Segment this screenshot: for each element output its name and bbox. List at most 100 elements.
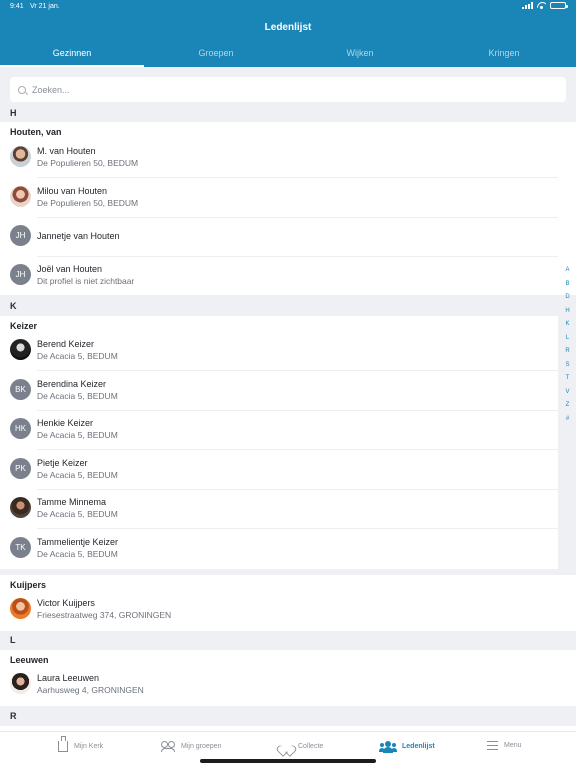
menu-icon: [487, 741, 498, 750]
heart-icon: [280, 741, 292, 752]
member-address: De Acacia 5, BEDUM: [37, 470, 118, 480]
tabbar-label: Ledenlijst: [402, 743, 435, 750]
tabbar-item-collecte[interactable]: Collecte: [280, 741, 323, 752]
tabbar-item-mijn-groepen[interactable]: Mijn groepen: [161, 741, 221, 752]
avatar: JH: [10, 225, 31, 246]
list-item[interactable]: Milou van Houten De Populieren 50, BEDUM: [0, 178, 558, 218]
member-address: De Acacia 5, BEDUM: [37, 430, 118, 440]
app-header: 9:41 Vr 21 jan. Ledenlijst Gezinnen Groe…: [0, 0, 576, 67]
search-bar[interactable]: [10, 77, 566, 102]
index-letter-l[interactable]: L: [559, 332, 576, 346]
member-address: Friesestraatweg 374, GRONINGEN: [37, 610, 172, 620]
family-block-leeuwen: Leeuwen Laura Leeuwen Aarhusweg 4, GRONI…: [0, 650, 576, 706]
member-name: Tammelientje Keizer: [37, 537, 119, 547]
member-name: Pietje Keizer: [37, 458, 88, 468]
family-name: Leeuwen: [10, 655, 49, 665]
avatar: PK: [10, 458, 31, 479]
tabbar-item-menu[interactable]: Menu: [487, 741, 522, 750]
list-item[interactable]: PK Pietje Keizer De Acacia 5, BEDUM: [0, 450, 558, 490]
list-item[interactable]: HK Henkie Keizer De Acacia 5, BEDUM: [0, 410, 558, 450]
index-letter-hash[interactable]: #: [559, 413, 576, 427]
section-header-h: H: [10, 108, 17, 118]
alphabet-index[interactable]: A B D H K L R S T V Z #: [559, 264, 576, 426]
tabbar-item-ledenlijst[interactable]: Ledenlijst: [379, 741, 435, 753]
member-name: Laura Leeuwen: [37, 673, 100, 683]
list-item[interactable]: JH Jannetje van Houten: [0, 217, 558, 257]
list-item[interactable]: TK Tammelientje Keizer De Acacia 5, BEDU…: [0, 529, 558, 569]
member-address: De Acacia 5, BEDUM: [37, 509, 118, 519]
avatar: [10, 146, 31, 167]
avatar: [10, 497, 31, 518]
family-block-kuijpers: Kuijpers Victor Kuijpers Friesestraatweg…: [0, 575, 576, 631]
index-letter-z[interactable]: Z: [559, 399, 576, 413]
member-address: Dit profiel is niet zichtbaar: [37, 276, 135, 286]
section-header-k: K: [10, 301, 17, 311]
list-item[interactable]: Berend Keizer De Acacia 5, BEDUM: [0, 331, 558, 371]
index-letter-r[interactable]: R: [559, 345, 576, 359]
family-block-houten: Houten, van M. van Houten De Populieren …: [0, 122, 576, 295]
battery-icon: [550, 2, 568, 9]
member-address: De Acacia 5, BEDUM: [37, 351, 118, 361]
index-letter-b[interactable]: B: [559, 278, 576, 292]
avatar: TK: [10, 537, 31, 558]
index-letter-k[interactable]: K: [559, 318, 576, 332]
section-header-l: L: [10, 635, 16, 645]
member-address: De Populieren 50, BEDUM: [37, 198, 139, 208]
tabbar-label: Collecte: [298, 743, 324, 750]
search-icon: [18, 85, 26, 94]
wifi-icon: [537, 2, 546, 9]
page-title: Ledenlijst: [264, 22, 312, 33]
member-address: De Acacia 5, BEDUM: [37, 549, 118, 559]
list-item[interactable]: JH Joël van Houten Dit profiel is niet z…: [0, 256, 558, 296]
tab-wijken[interactable]: Wijken: [288, 44, 432, 67]
status-time: 9:41: [10, 3, 24, 10]
family-name: Kuijpers: [10, 580, 47, 590]
avatar: [10, 339, 31, 360]
avatar: JH: [10, 264, 31, 285]
avatar: HK: [10, 418, 31, 439]
member-name: Jannetje van Houten: [37, 231, 120, 241]
member-name: Joël van Houten: [37, 264, 103, 274]
member-name: Berendina Keizer: [37, 379, 107, 389]
status-icons: [522, 2, 568, 9]
family-name: Houten, van: [10, 127, 62, 137]
groups-icon: [161, 741, 175, 752]
avatar: [10, 598, 31, 619]
member-address: De Acacia 5, BEDUM: [37, 391, 118, 401]
member-list[interactable]: H Houten, van M. van Houten De Populiere…: [0, 67, 576, 731]
list-item[interactable]: BK Berendina Keizer De Acacia 5, BEDUM: [0, 371, 558, 411]
list-item[interactable]: Victor Kuijpers Friesestraatweg 374, GRO…: [0, 590, 558, 630]
index-letter-s[interactable]: S: [559, 359, 576, 373]
index-letter-h[interactable]: H: [559, 305, 576, 319]
avatar: BK: [10, 379, 31, 400]
member-name: Henkie Keizer: [37, 418, 94, 428]
list-item[interactable]: Laura Leeuwen Aarhusweg 4, GRONINGEN: [0, 665, 558, 705]
status-bar: 9:41 Vr 21 jan.: [0, 0, 576, 14]
tabbar-item-mijn-kerk[interactable]: Mijn Kerk: [58, 736, 104, 752]
member-address: De Populieren 50, BEDUM: [37, 158, 139, 168]
church-icon: [58, 736, 68, 752]
member-name: Milou van Houten: [37, 186, 108, 196]
family-block-keizer: Keizer Berend Keizer De Acacia 5, BEDUM …: [0, 316, 558, 569]
tabbar-label: Mijn Kerk: [74, 743, 104, 750]
people-icon: [379, 741, 397, 753]
tabbar-label: Menu: [504, 742, 522, 749]
tab-gezinnen[interactable]: Gezinnen: [0, 44, 144, 67]
index-letter-t[interactable]: T: [559, 372, 576, 386]
list-item[interactable]: M. van Houten De Populieren 50, BEDUM: [0, 138, 558, 178]
index-letter-d[interactable]: D: [559, 291, 576, 305]
list-item[interactable]: Tamme Minnema De Acacia 5, BEDUM: [0, 489, 558, 529]
home-indicator: [200, 759, 376, 763]
status-date: Vr 21 jan.: [30, 3, 60, 10]
member-name: Victor Kuijpers: [37, 598, 95, 608]
family-name: Keizer: [10, 321, 38, 331]
index-letter-v[interactable]: V: [559, 386, 576, 400]
search-input[interactable]: [32, 84, 512, 95]
tab-groepen[interactable]: Groepen: [144, 44, 288, 67]
member-name: M. van Houten: [37, 146, 96, 156]
member-name: Berend Keizer: [37, 339, 95, 349]
segment-tabs: Gezinnen Groepen Wijken Kringen: [0, 44, 576, 67]
member-name: Tamme Minnema: [37, 497, 107, 507]
index-letter-a[interactable]: A: [559, 264, 576, 278]
tab-kringen[interactable]: Kringen: [432, 44, 576, 67]
